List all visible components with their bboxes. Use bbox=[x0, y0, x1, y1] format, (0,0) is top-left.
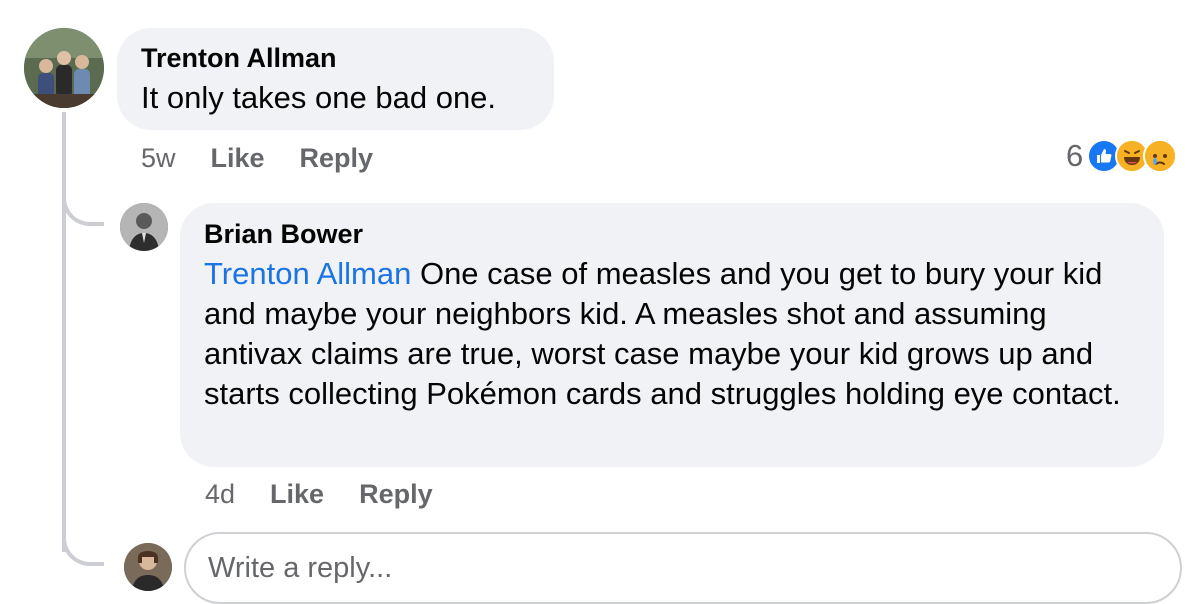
comment-author[interactable]: Trenton Allman bbox=[141, 42, 530, 74]
avatar[interactable] bbox=[120, 203, 168, 251]
reply-bubble: Brian Bower Trenton Allman One case of m… bbox=[180, 203, 1164, 467]
reply-actions: 4d Like Reply bbox=[205, 477, 433, 511]
reply-input[interactable]: Write a reply... bbox=[184, 532, 1182, 604]
mention-link[interactable]: Trenton Allman bbox=[204, 256, 411, 291]
reply-button[interactable]: Reply bbox=[359, 479, 433, 510]
reply-input-placeholder: Write a reply... bbox=[208, 551, 393, 584]
avatar-current-user bbox=[124, 543, 172, 591]
reply-author[interactable]: Brian Bower bbox=[204, 218, 1140, 250]
like-button[interactable]: Like bbox=[211, 143, 265, 174]
comment-text: It only takes one bad one. bbox=[141, 80, 497, 115]
comment-timestamp[interactable]: 5w bbox=[141, 143, 176, 174]
thread-connector-reply bbox=[62, 170, 104, 226]
comment-actions: 5w Like Reply bbox=[141, 141, 373, 175]
comment-bubble: Trenton Allman It only takes one bad one… bbox=[117, 28, 554, 130]
sad-icon bbox=[1143, 139, 1178, 173]
reaction-summary[interactable]: 6 bbox=[1066, 138, 1178, 174]
reaction-count: 6 bbox=[1066, 138, 1084, 173]
avatar-group-photo bbox=[24, 28, 104, 108]
reply-timestamp[interactable]: 4d bbox=[205, 479, 235, 510]
reply-text: Trenton Allman One case of measles and y… bbox=[204, 254, 1140, 414]
reply-button[interactable]: Reply bbox=[300, 143, 374, 174]
thread-connector-composer bbox=[62, 510, 104, 566]
like-button[interactable]: Like bbox=[270, 479, 324, 510]
avatar bbox=[124, 543, 172, 591]
avatar[interactable] bbox=[24, 28, 104, 108]
avatar-profile-photo bbox=[120, 203, 168, 251]
